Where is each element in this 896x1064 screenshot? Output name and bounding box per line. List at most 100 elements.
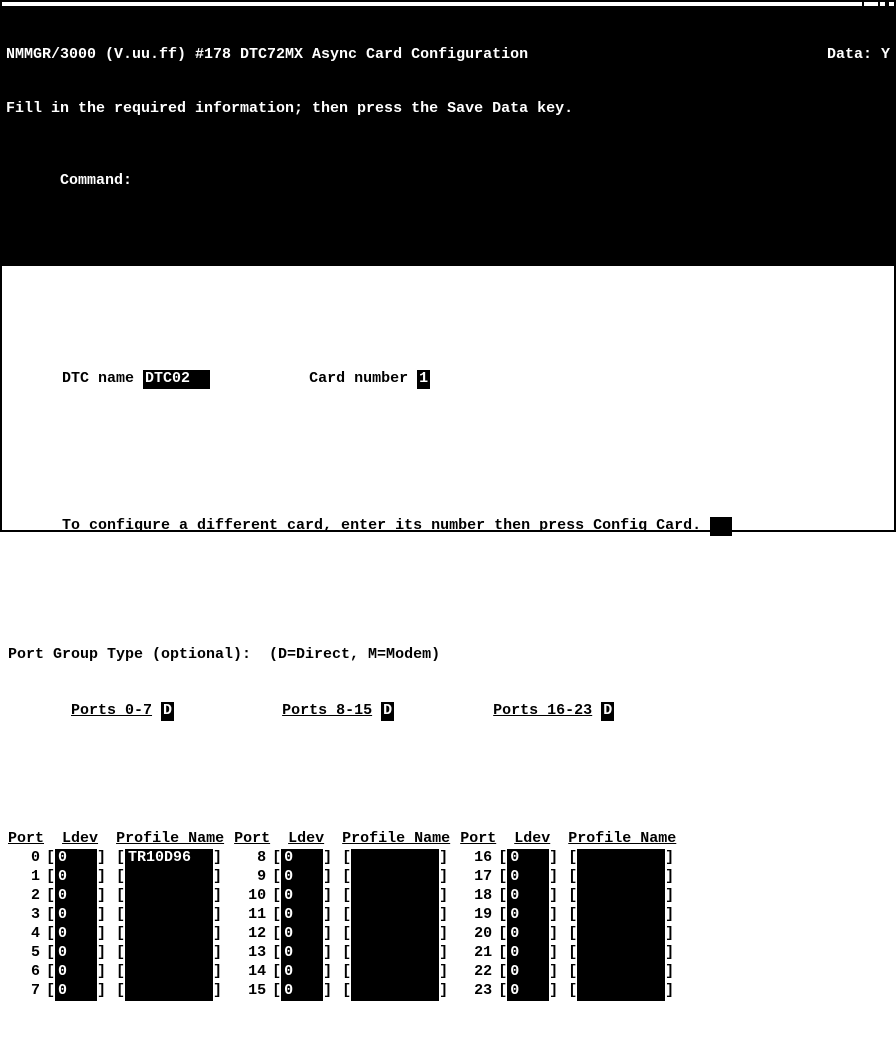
window-control[interactable] bbox=[862, 2, 878, 6]
profile-field[interactable]: [] bbox=[116, 925, 222, 944]
port-row: 16[0][] bbox=[460, 849, 676, 868]
column-header: Port Ldev Profile Name bbox=[460, 830, 676, 849]
dtc-name-input[interactable]: DTC02 bbox=[143, 370, 210, 389]
profile-field[interactable]: [] bbox=[116, 868, 222, 887]
profile-field[interactable]: [] bbox=[116, 982, 222, 1001]
port-column-3: Port Ldev Profile Name16[0][]17[0][]18[0… bbox=[460, 830, 676, 1001]
port-row: 15[0] [] bbox=[234, 982, 450, 1001]
port-row: 12[0][] bbox=[234, 925, 450, 944]
ports-0-7-type-input[interactable]: D bbox=[161, 702, 174, 721]
ldev-field[interactable]: [0] bbox=[498, 868, 558, 887]
port-row: 4[0] [] bbox=[8, 925, 224, 944]
profile-field[interactable]: [] bbox=[568, 887, 674, 906]
ports-group-0-7: Ports 0-7 bbox=[71, 702, 152, 719]
port-number: 13 bbox=[234, 944, 272, 963]
port-row: 1[0] [] bbox=[8, 868, 224, 887]
profile-field[interactable]: [] bbox=[568, 963, 674, 982]
ldev-field[interactable]: [0] bbox=[272, 868, 332, 887]
dtc-name-label: DTC name bbox=[62, 370, 134, 387]
ldev-field[interactable]: [0] bbox=[272, 849, 332, 868]
port-row: 21[0][] bbox=[460, 944, 676, 963]
ldev-field[interactable]: [0] bbox=[498, 944, 558, 963]
port-number: 1 bbox=[8, 868, 46, 887]
window-control-max[interactable] bbox=[878, 2, 894, 6]
ldev-field[interactable]: [0] bbox=[498, 925, 558, 944]
port-row: 7[0] [] bbox=[8, 982, 224, 1001]
profile-field[interactable]: [TR10D96] bbox=[116, 849, 222, 868]
profile-field[interactable]: [] bbox=[116, 906, 222, 925]
ldev-field[interactable]: [0] bbox=[46, 868, 106, 887]
ports-group-16-23: Ports 16-23 bbox=[493, 702, 592, 719]
profile-field[interactable]: [] bbox=[568, 906, 674, 925]
ports-8-15-type-input[interactable]: D bbox=[381, 702, 394, 721]
profile-field[interactable]: [] bbox=[568, 944, 674, 963]
ldev-field[interactable]: [0] bbox=[272, 925, 332, 944]
port-number: 6 bbox=[8, 963, 46, 982]
port-number: 7 bbox=[8, 982, 46, 1001]
port-row: 19[0][] bbox=[460, 906, 676, 925]
profile-field[interactable]: [] bbox=[568, 925, 674, 944]
profile-field[interactable]: [] bbox=[342, 868, 448, 887]
port-row: 13[0] [] bbox=[234, 944, 450, 963]
profile-field[interactable]: [] bbox=[116, 963, 222, 982]
port-number: 3 bbox=[8, 906, 46, 925]
port-row: 20[0] [] bbox=[460, 925, 676, 944]
port-number: 10 bbox=[234, 887, 272, 906]
ldev-field[interactable]: [0] bbox=[46, 963, 106, 982]
ldev-field[interactable]: [0] bbox=[498, 849, 558, 868]
card-number-input[interactable]: 1 bbox=[417, 370, 430, 389]
ldev-field[interactable]: [0] bbox=[498, 963, 558, 982]
ldev-field[interactable]: [0] bbox=[498, 887, 558, 906]
command-label: Command: bbox=[60, 172, 132, 189]
profile-field[interactable]: [] bbox=[116, 944, 222, 963]
port-number: 18 bbox=[460, 887, 498, 906]
port-number: 22 bbox=[460, 963, 498, 982]
profile-field[interactable]: [] bbox=[116, 887, 222, 906]
profile-field[interactable]: [] bbox=[568, 849, 674, 868]
ldev-field[interactable]: [0] bbox=[272, 944, 332, 963]
terminal-window: NMMGR/3000 (V.uu.ff) #178 DTC72MX Async … bbox=[0, 0, 896, 532]
ldev-field[interactable]: [0] bbox=[498, 906, 558, 925]
port-row: 9[0][] bbox=[234, 868, 450, 887]
port-number: 0 bbox=[8, 849, 46, 868]
port-column-2: Port Ldev Profile Name8[0][]9[0][]10[0][… bbox=[234, 830, 450, 1001]
port-number: 15 bbox=[234, 982, 272, 1001]
port-row: 23[0] [] bbox=[460, 982, 676, 1001]
port-column-1: Port Ldev Profile Name0[0][TR10D96]1[0][… bbox=[8, 830, 224, 1001]
profile-field[interactable]: [] bbox=[568, 982, 674, 1001]
ldev-field[interactable]: [0] bbox=[46, 944, 106, 963]
profile-field[interactable]: [] bbox=[342, 849, 448, 868]
profile-field[interactable]: [] bbox=[342, 982, 448, 1001]
group-type-label: Port Group Type (optional): (D=Direct, M… bbox=[8, 646, 888, 665]
profile-field[interactable]: [] bbox=[342, 963, 448, 982]
profile-field[interactable]: [] bbox=[342, 925, 448, 944]
ldev-field[interactable]: [0] bbox=[46, 925, 106, 944]
ldev-field[interactable]: [0] bbox=[272, 982, 332, 1001]
ldev-field[interactable]: [0] bbox=[272, 887, 332, 906]
port-number: 20 bbox=[460, 925, 498, 944]
port-row: 3[0] [] bbox=[8, 906, 224, 925]
profile-field[interactable]: [] bbox=[342, 887, 448, 906]
port-number: 8 bbox=[234, 849, 272, 868]
ldev-field[interactable]: [0] bbox=[498, 982, 558, 1001]
port-number: 4 bbox=[8, 925, 46, 944]
port-row: 10[0] [] bbox=[234, 887, 450, 906]
profile-field[interactable]: [] bbox=[568, 868, 674, 887]
port-number: 23 bbox=[460, 982, 498, 1001]
ldev-field[interactable]: [0] bbox=[272, 906, 332, 925]
ldev-field[interactable]: [0] bbox=[46, 887, 106, 906]
ldev-field[interactable]: [0] bbox=[272, 963, 332, 982]
profile-field[interactable]: [] bbox=[342, 944, 448, 963]
ports-16-23-type-input[interactable]: D bbox=[601, 702, 614, 721]
port-row: 6[0] [] bbox=[8, 963, 224, 982]
card-select-input[interactable] bbox=[710, 517, 732, 536]
ldev-field[interactable]: [0] bbox=[46, 982, 106, 1001]
port-row: 5[0][] bbox=[8, 944, 224, 963]
profile-field[interactable]: [] bbox=[342, 906, 448, 925]
screen-body: DTC name DTC02 Card number 1 To configur… bbox=[2, 266, 894, 1064]
port-number: 14 bbox=[234, 963, 272, 982]
screen-header: NMMGR/3000 (V.uu.ff) #178 DTC72MX Async … bbox=[2, 8, 894, 266]
port-row: 18[0] [] bbox=[460, 887, 676, 906]
ldev-field[interactable]: [0] bbox=[46, 849, 106, 868]
ldev-field[interactable]: [0] bbox=[46, 906, 106, 925]
